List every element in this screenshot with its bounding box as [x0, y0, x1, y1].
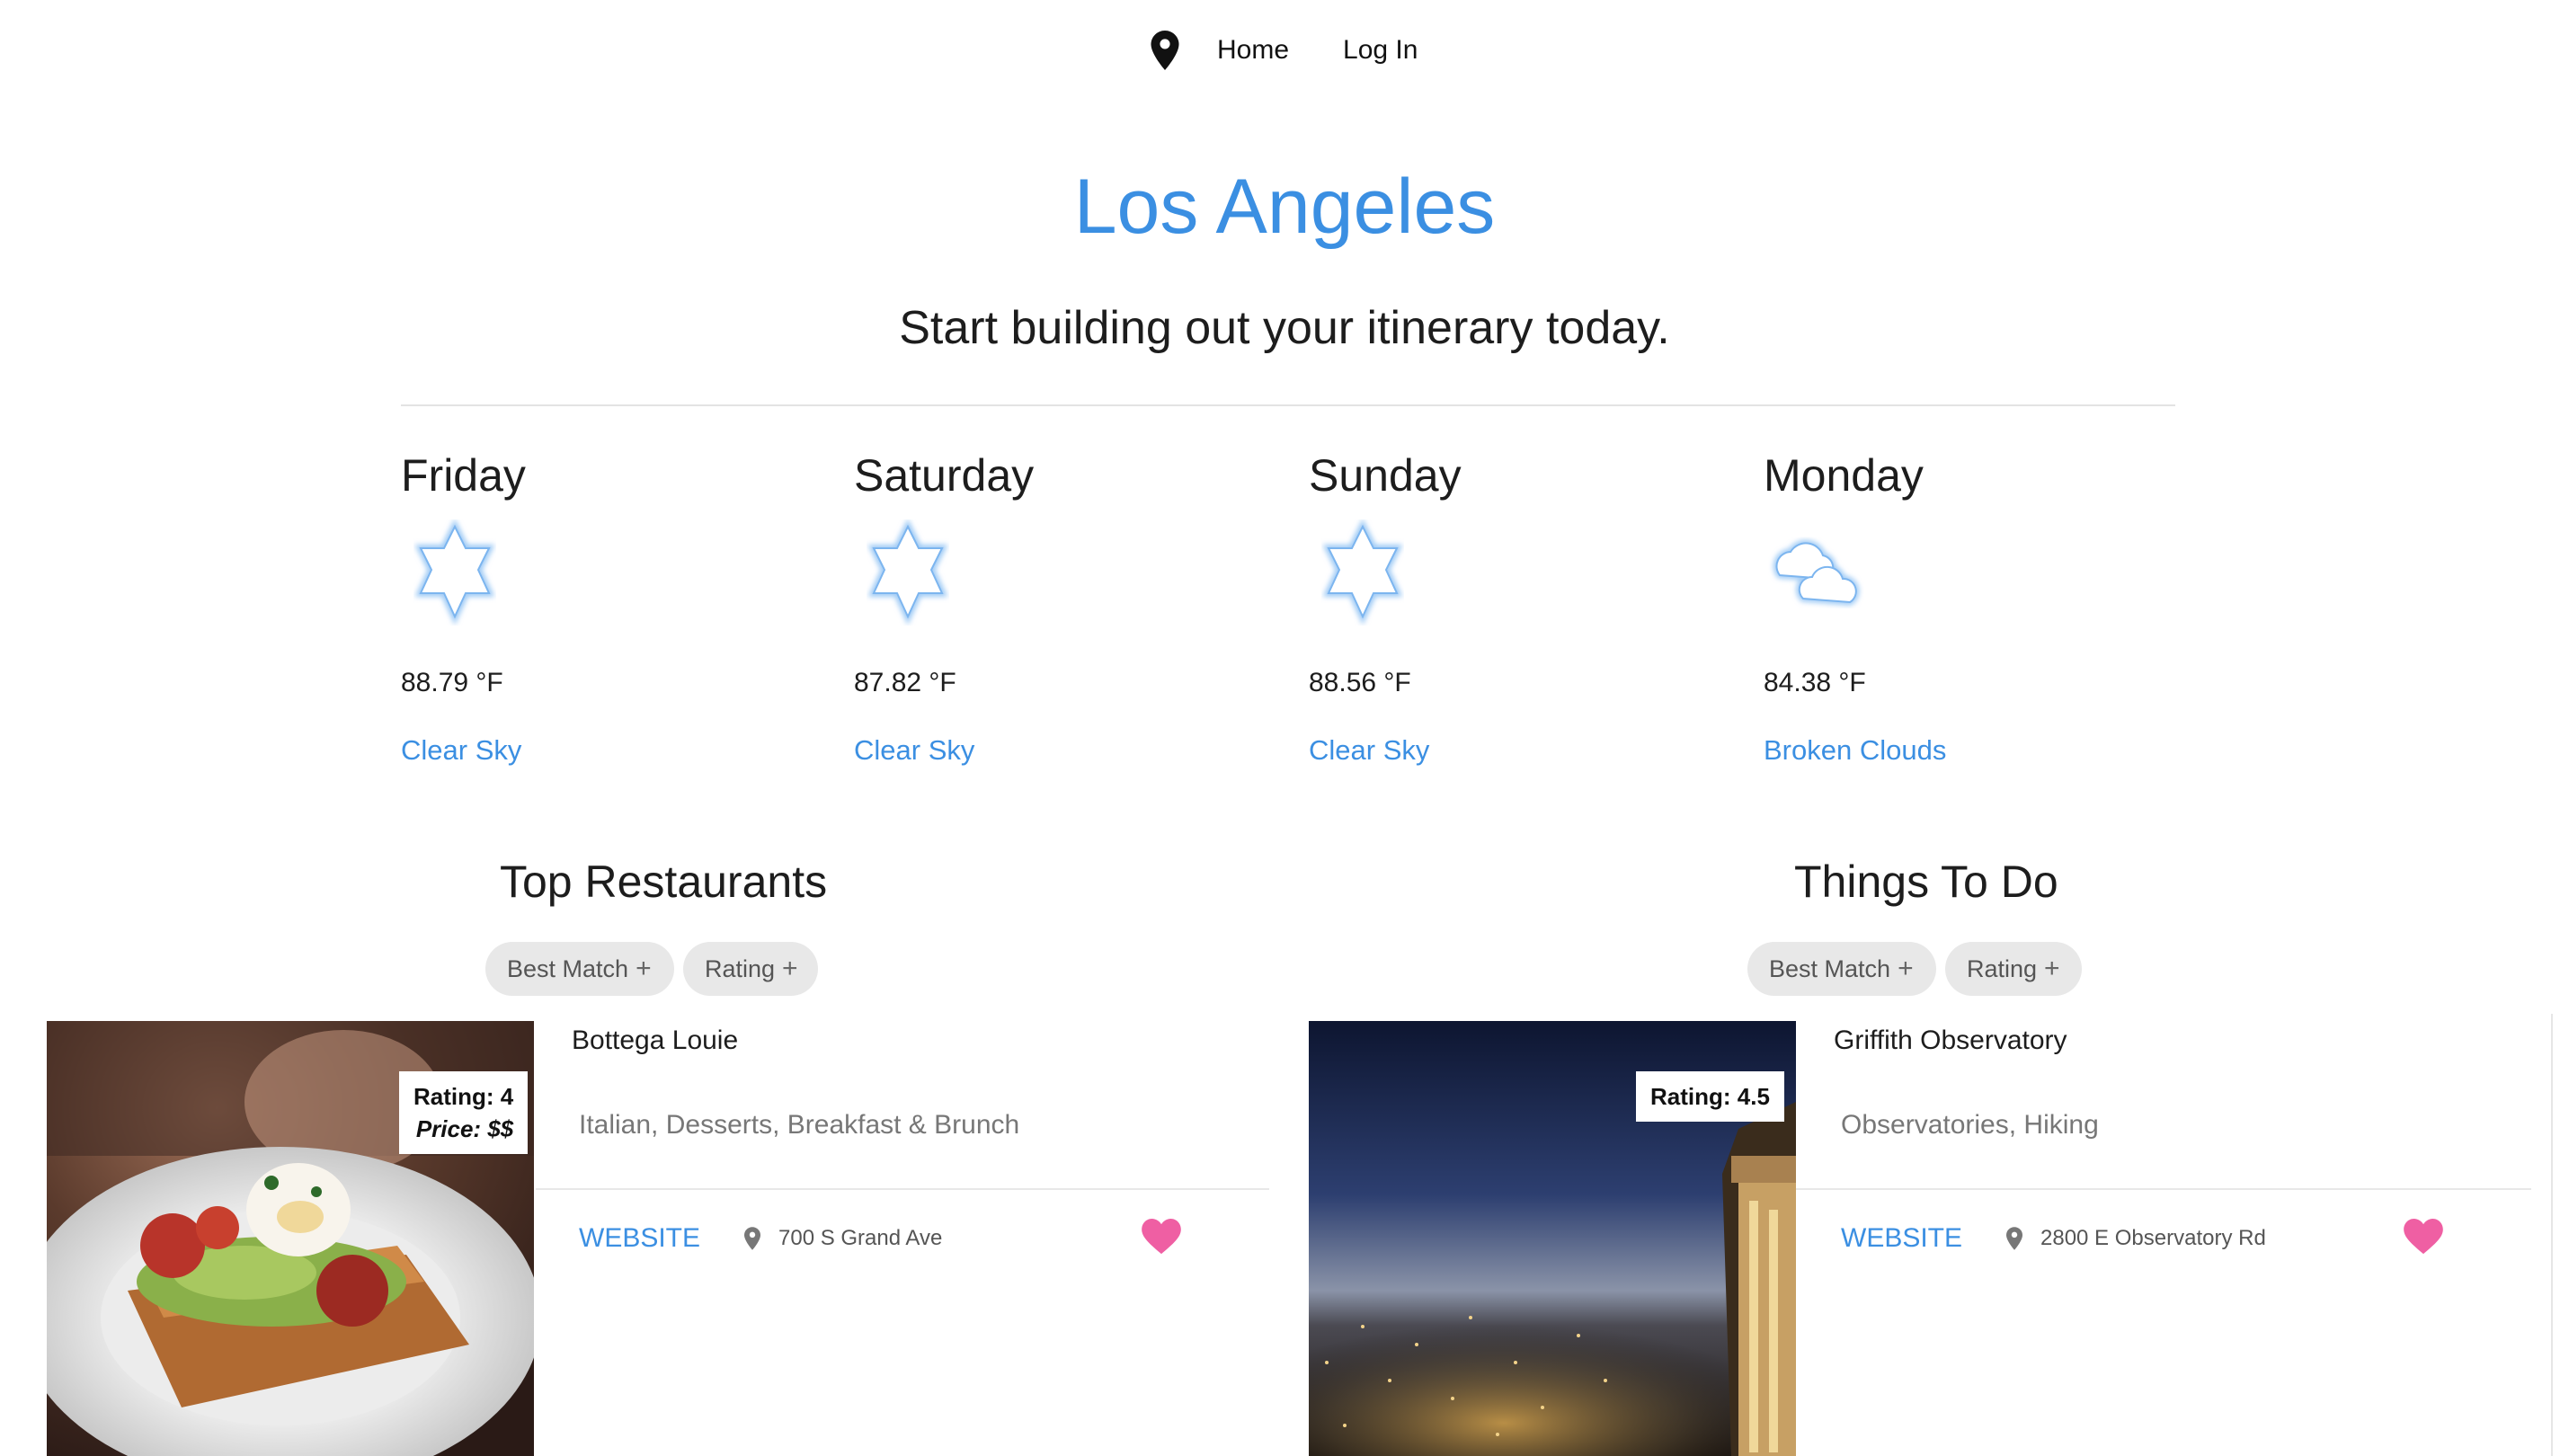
card-divider: [536, 1188, 1269, 1190]
page-subtitle: Start building out your itinerary today.: [899, 302, 1670, 354]
plus-icon: +: [1898, 954, 1914, 983]
restaurants-sort-rating-button[interactable]: Rating +: [683, 942, 818, 996]
forecast-desc: Broken Clouds: [1764, 734, 1947, 766]
restaurant-name[interactable]: Bottega Louie: [572, 1023, 738, 1059]
forecast-desc: Clear Sky: [854, 734, 975, 766]
card-divider: [1796, 1188, 2531, 1190]
forecast-day-name: Sunday: [1309, 450, 1462, 501]
heart-icon[interactable]: [2404, 1219, 2443, 1255]
forecast-day-name: Saturday: [854, 450, 1035, 501]
restaurant-website-link[interactable]: WEBSITE: [579, 1221, 700, 1256]
forecast-desc: Clear Sky: [1309, 734, 1430, 766]
forecast-desc: Clear Sky: [401, 734, 522, 766]
clear-sky-icon: [1322, 519, 1403, 626]
address-text: 700 S Grand Ave: [778, 1226, 943, 1250]
location-pin-icon: [744, 1227, 760, 1250]
forecast-day-name: Monday: [1764, 450, 1924, 501]
sort-label: Best Match: [507, 955, 629, 982]
forecast-temp: 84.38 °F: [1764, 668, 1866, 697]
restaurants-sort-best-match-button[interactable]: Best Match +: [485, 942, 674, 996]
forecast-day: Friday 88.79 °F Clear Sky: [401, 446, 832, 769]
forecast-day: Monday 84.38 °F Broken Clouds: [1764, 446, 2195, 769]
sort-label: Rating: [1967, 955, 2038, 982]
clear-sky-icon: [414, 519, 495, 626]
attraction-categories: Observatories, Hiking: [1841, 1110, 2099, 1140]
address-text: 2800 E Observatory Rd: [2040, 1226, 2266, 1250]
restaurants-heading: Top Restaurants: [500, 857, 828, 907]
card-border: [2551, 1014, 2553, 1456]
nav-login-link[interactable]: Log In: [1343, 27, 1418, 74]
forecast-temp: 88.56 °F: [1309, 668, 1411, 697]
nav-home-link[interactable]: Home: [1217, 27, 1289, 74]
clear-sky-icon: [867, 519, 948, 626]
sort-label: Best Match: [1769, 955, 1891, 982]
things-heading: Things To Do: [1794, 857, 2058, 907]
plus-icon: +: [636, 954, 652, 983]
restaurant-address: 700 S Grand Ave: [744, 1221, 942, 1256]
attraction-address: 2800 E Observatory Rd: [2006, 1221, 2266, 1256]
restaurant-categories: Italian, Desserts, Breakfast & Brunch: [579, 1110, 1020, 1140]
page-title: Los Angeles: [1073, 164, 1496, 250]
forecast-day: Saturday 87.82 °F Clear Sky: [854, 446, 1285, 769]
attraction-website-link[interactable]: WEBSITE: [1841, 1221, 1962, 1256]
things-sort-best-match-button[interactable]: Best Match +: [1747, 942, 1936, 996]
plus-icon: +: [2044, 954, 2060, 983]
location-pin-icon: [2006, 1227, 2022, 1250]
location-pin-icon: [1151, 31, 1179, 70]
top-nav: Home Log In: [1151, 27, 1471, 74]
attraction-name[interactable]: Griffith Observatory: [1834, 1023, 2067, 1059]
forecast-day: Sunday 88.56 °F Clear Sky: [1309, 446, 1740, 769]
heart-icon[interactable]: [1142, 1219, 1181, 1255]
price-text: Price: $$: [415, 1115, 514, 1142]
attraction-rating-badge: Rating: 4.5: [1636, 1071, 1784, 1122]
rating-text: Rating: 4: [413, 1083, 514, 1110]
rating-text: Rating: 4.5: [1650, 1083, 1770, 1110]
forecast-temp: 88.79 °F: [401, 668, 503, 697]
forecast-day-name: Friday: [401, 450, 526, 501]
divider: [401, 404, 2175, 406]
restaurant-rating-badge: Rating: 4 Price: $$: [399, 1071, 529, 1154]
broken-clouds-icon: [1773, 539, 1860, 606]
things-sort-rating-button[interactable]: Rating +: [1945, 942, 2082, 996]
forecast-temp: 87.82 °F: [854, 668, 956, 697]
plus-icon: +: [782, 954, 798, 983]
sort-label: Rating: [705, 955, 776, 982]
